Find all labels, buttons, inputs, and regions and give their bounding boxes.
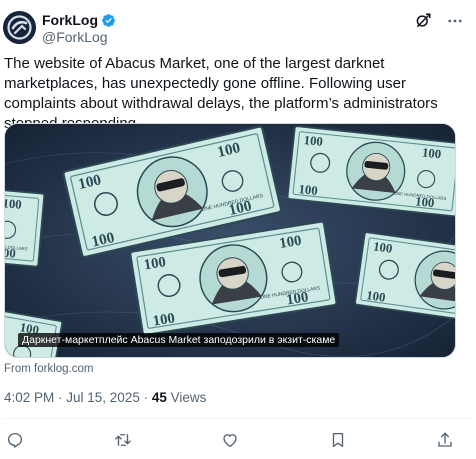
tweet-timestamp[interactable]: 4:02 PM · Jul 15, 2025 ·: [4, 390, 152, 405]
card-source[interactable]: From forklog.com: [4, 362, 93, 376]
share-icon: [438, 432, 452, 447]
bookmark-button[interactable]: [328, 430, 348, 450]
share-button[interactable]: [435, 430, 455, 450]
reply-button[interactable]: [5, 430, 25, 450]
author-display-name[interactable]: ForkLog: [42, 12, 98, 28]
author-name-row: ForkLog: [42, 12, 116, 28]
tweet-media-card[interactable]: 100 100 100 100 ONE HUNDRED DOLLARS Дарк…: [4, 123, 456, 358]
tweet-article: ForkLog @ForkLog The website of Abacus M…: [0, 0, 476, 459]
forklog-logo-icon: [3, 11, 36, 44]
masked-hundred-dollar-bills-illustration: 100 100 100 100 ONE HUNDRED DOLLARS: [5, 124, 455, 357]
bookmark-icon: [332, 432, 344, 448]
avatar[interactable]: [3, 11, 36, 44]
top-actions: [414, 12, 464, 30]
like-button[interactable]: [220, 430, 240, 450]
grok-icon[interactable]: [414, 12, 432, 30]
views-count[interactable]: 45: [152, 390, 167, 405]
views-label: Views: [166, 390, 207, 405]
retweet-icon: [115, 434, 131, 446]
more-options-icon[interactable]: [446, 12, 464, 30]
tweet-text: The website of Abacus Market, one of the…: [4, 55, 438, 132]
like-icon: [223, 434, 237, 448]
action-bar: [0, 430, 476, 450]
tweet-meta: 4:02 PM · Jul 15, 2025 · 45 Views: [4, 390, 206, 406]
retweet-button[interactable]: [113, 430, 133, 450]
reply-icon: [7, 432, 23, 448]
media-caption: Даркнет-маркетплейс Abacus Market заподо…: [18, 333, 340, 347]
author-handle[interactable]: @ForkLog: [42, 29, 108, 45]
divider: [4, 418, 472, 419]
verified-badge-icon: [101, 13, 116, 28]
